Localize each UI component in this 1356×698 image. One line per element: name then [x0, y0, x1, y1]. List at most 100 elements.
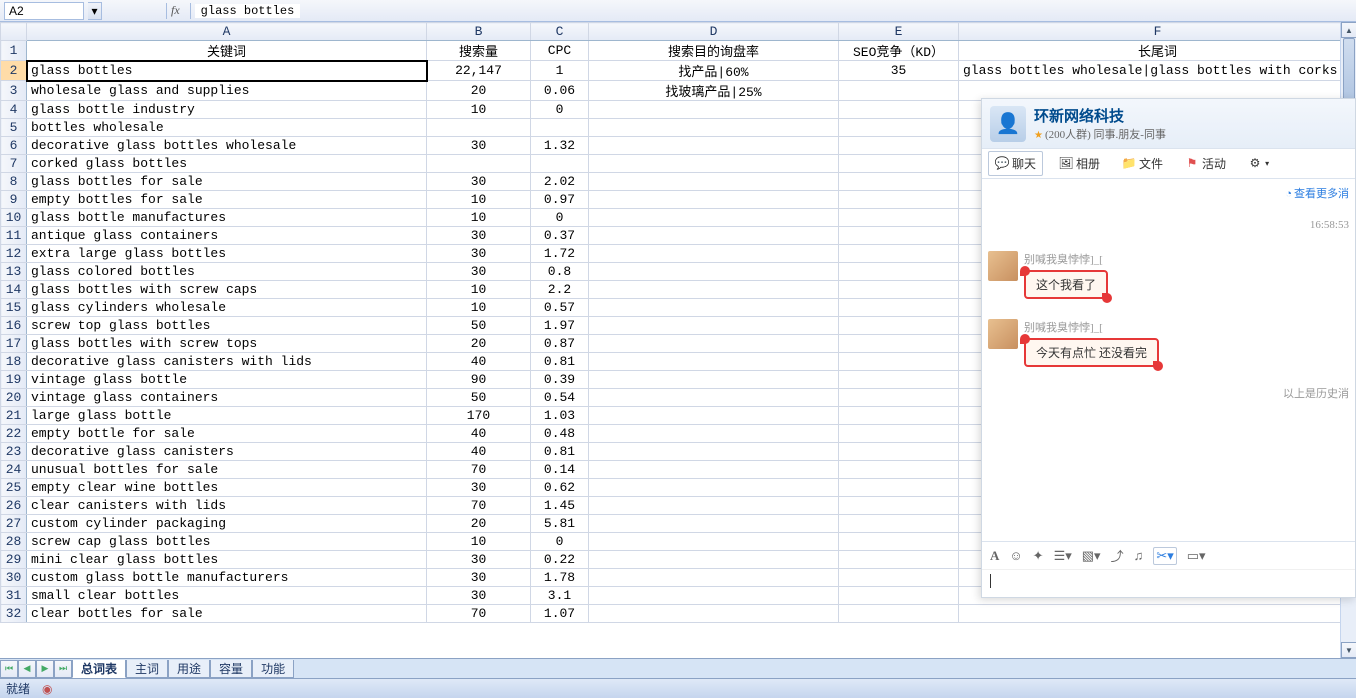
- cell-D3[interactable]: 找玻璃产品|25%: [589, 81, 839, 101]
- row-header-15[interactable]: 15: [1, 299, 27, 317]
- chat-tab-settings[interactable]: ⚙▾: [1242, 154, 1275, 174]
- row-header-25[interactable]: 25: [1, 479, 27, 497]
- cell-C12[interactable]: 1.72: [531, 245, 589, 263]
- cell-A30[interactable]: custom glass bottle manufacturers: [27, 569, 427, 587]
- chat-tab-chat[interactable]: 💬聊天: [988, 151, 1043, 176]
- cell-D20[interactable]: [589, 389, 839, 407]
- cell-B18[interactable]: 40: [427, 353, 531, 371]
- cell-C14[interactable]: 2.2: [531, 281, 589, 299]
- formula-input[interactable]: glass bottles: [195, 4, 301, 18]
- cell-C32[interactable]: 1.07: [531, 605, 589, 623]
- cell-B32[interactable]: 70: [427, 605, 531, 623]
- row-header-13[interactable]: 13: [1, 263, 27, 281]
- cell-E23[interactable]: [839, 443, 959, 461]
- row-header-10[interactable]: 10: [1, 209, 27, 227]
- sparkle-icon[interactable]: ✦: [1033, 548, 1044, 564]
- cell-A14[interactable]: glass bottles with screw caps: [27, 281, 427, 299]
- cell-A27[interactable]: custom cylinder packaging: [27, 515, 427, 533]
- cell-A3[interactable]: wholesale glass and supplies: [27, 81, 427, 101]
- cell-B30[interactable]: 30: [427, 569, 531, 587]
- cell-A11[interactable]: antique glass containers: [27, 227, 427, 245]
- cell-D7[interactable]: [589, 155, 839, 173]
- cell-E9[interactable]: [839, 191, 959, 209]
- cell-D4[interactable]: [589, 101, 839, 119]
- cell-C10[interactable]: 0: [531, 209, 589, 227]
- row-header-6[interactable]: 6: [1, 137, 27, 155]
- cell-D9[interactable]: [589, 191, 839, 209]
- cell-C7[interactable]: [531, 155, 589, 173]
- cell-C1[interactable]: CPC: [531, 41, 589, 61]
- cell-B1[interactable]: 搜索量: [427, 41, 531, 61]
- cell-B29[interactable]: 30: [427, 551, 531, 569]
- record-macro-icon[interactable]: ◉: [42, 682, 52, 696]
- name-box[interactable]: A2: [4, 2, 84, 20]
- cell-D13[interactable]: [589, 263, 839, 281]
- cell-D25[interactable]: [589, 479, 839, 497]
- cell-C17[interactable]: 0.87: [531, 335, 589, 353]
- name-box-dropdown[interactable]: ▾: [88, 2, 102, 20]
- column-header-D[interactable]: D: [589, 23, 839, 41]
- row-header-32[interactable]: 32: [1, 605, 27, 623]
- cell-A17[interactable]: glass bottles with screw tops: [27, 335, 427, 353]
- cell-E10[interactable]: [839, 209, 959, 227]
- cell-A8[interactable]: glass bottles for sale: [27, 173, 427, 191]
- cell-C26[interactable]: 1.45: [531, 497, 589, 515]
- cell-D16[interactable]: [589, 317, 839, 335]
- cell-C23[interactable]: 0.81: [531, 443, 589, 461]
- cell-B13[interactable]: 30: [427, 263, 531, 281]
- cell-D29[interactable]: [589, 551, 839, 569]
- tab-nav-next[interactable]: ▶: [36, 660, 54, 678]
- column-header-B[interactable]: B: [427, 23, 531, 41]
- cell-E7[interactable]: [839, 155, 959, 173]
- cell-E6[interactable]: [839, 137, 959, 155]
- cell-D24[interactable]: [589, 461, 839, 479]
- row-header-23[interactable]: 23: [1, 443, 27, 461]
- cell-A19[interactable]: vintage glass bottle: [27, 371, 427, 389]
- cell-F32[interactable]: [959, 605, 1356, 623]
- cell-D17[interactable]: [589, 335, 839, 353]
- cell-A13[interactable]: glass colored bottles: [27, 263, 427, 281]
- scroll-up-icon[interactable]: ▲: [1341, 22, 1356, 38]
- cell-C3[interactable]: 0.06: [531, 81, 589, 101]
- row-header-1[interactable]: 1: [1, 41, 27, 61]
- cell-C22[interactable]: 0.48: [531, 425, 589, 443]
- row-header-3[interactable]: 3: [1, 81, 27, 101]
- row-header-28[interactable]: 28: [1, 533, 27, 551]
- cell-F1[interactable]: 长尾词: [959, 41, 1356, 61]
- cell-B15[interactable]: 10: [427, 299, 531, 317]
- column-header-C[interactable]: C: [531, 23, 589, 41]
- cell-A10[interactable]: glass bottle manufactures: [27, 209, 427, 227]
- cell-D23[interactable]: [589, 443, 839, 461]
- cell-E8[interactable]: [839, 173, 959, 191]
- row-header-5[interactable]: 5: [1, 119, 27, 137]
- cell-D6[interactable]: [589, 137, 839, 155]
- row-header-17[interactable]: 17: [1, 335, 27, 353]
- font-icon[interactable]: A: [990, 548, 999, 564]
- cell-A1[interactable]: 关键词: [27, 41, 427, 61]
- cell-A7[interactable]: corked glass bottles: [27, 155, 427, 173]
- cell-D14[interactable]: [589, 281, 839, 299]
- cell-E29[interactable]: [839, 551, 959, 569]
- cell-E20[interactable]: [839, 389, 959, 407]
- screenshot-icon[interactable]: ✂▾: [1153, 547, 1176, 565]
- cell-D10[interactable]: [589, 209, 839, 227]
- cell-C18[interactable]: 0.81: [531, 353, 589, 371]
- cell-F2[interactable]: glass bottles wholesale|glass bottles wi…: [959, 61, 1356, 81]
- tab-nav-last[interactable]: ⏭: [54, 660, 72, 678]
- cell-B3[interactable]: 20: [427, 81, 531, 101]
- cell-C24[interactable]: 0.14: [531, 461, 589, 479]
- cell-B10[interactable]: 10: [427, 209, 531, 227]
- cell-C27[interactable]: 5.81: [531, 515, 589, 533]
- cell-D19[interactable]: [589, 371, 839, 389]
- cell-E4[interactable]: [839, 101, 959, 119]
- column-header-A[interactable]: A: [27, 23, 427, 41]
- cell-D31[interactable]: [589, 587, 839, 605]
- scroll-down-icon[interactable]: ▼: [1341, 642, 1356, 658]
- cell-D28[interactable]: [589, 533, 839, 551]
- row-header-9[interactable]: 9: [1, 191, 27, 209]
- cell-C29[interactable]: 0.22: [531, 551, 589, 569]
- cell-C4[interactable]: 0: [531, 101, 589, 119]
- row-header-16[interactable]: 16: [1, 317, 27, 335]
- cell-A12[interactable]: extra large glass bottles: [27, 245, 427, 263]
- cell-E11[interactable]: [839, 227, 959, 245]
